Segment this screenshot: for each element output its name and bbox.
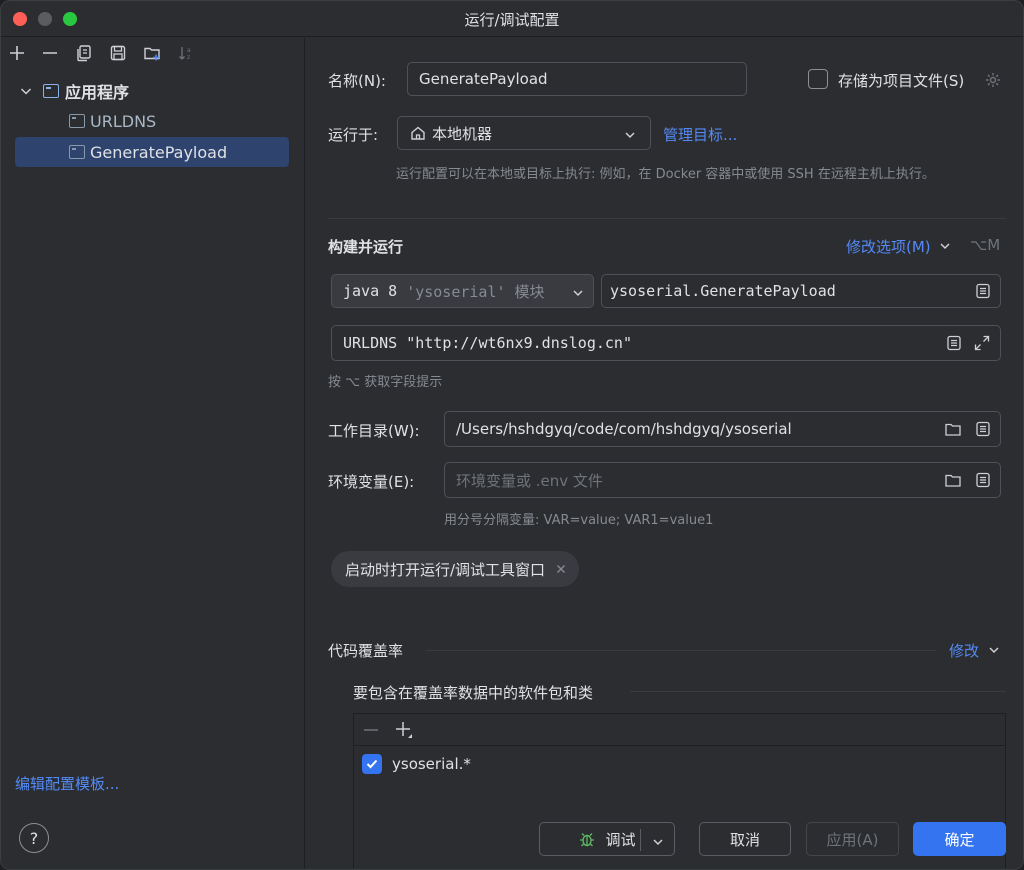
chip-label: 启动时打开运行/调试工具窗口 xyxy=(345,560,546,579)
sort-icon[interactable]: az xyxy=(175,42,197,64)
name-label: 名称(N): xyxy=(328,72,386,90)
gear-icon[interactable] xyxy=(984,71,1002,89)
chevron-down-icon[interactable] xyxy=(19,84,33,98)
svg-text:a: a xyxy=(187,47,191,54)
run-config-icon xyxy=(69,145,85,159)
coverage-item-checkbox[interactable] xyxy=(362,754,382,774)
divider xyxy=(426,650,936,651)
browse-icon[interactable] xyxy=(974,282,992,300)
store-as-file-label: 存储为项目文件(S) xyxy=(838,72,965,90)
browse-icon[interactable] xyxy=(974,420,992,438)
workdir-label: 工作目录(W): xyxy=(328,422,420,440)
coverage-title: 代码覆盖率 xyxy=(328,642,404,660)
close-icon[interactable] xyxy=(555,563,567,575)
program-args-value: URLDNS "http://wt6nx9.dnslog.cn" xyxy=(343,334,632,352)
ok-button[interactable]: 确定 xyxy=(913,822,1006,856)
program-args-field[interactable]: URLDNS "http://wt6nx9.dnslog.cn" xyxy=(331,325,1001,361)
remove-icon[interactable] xyxy=(362,721,380,739)
main-class-field[interactable]: ysoserial.GeneratePayload xyxy=(601,274,1001,308)
name-field[interactable]: GeneratePayload xyxy=(407,62,747,96)
svg-text:z: z xyxy=(187,54,190,61)
store-as-file-checkbox[interactable] xyxy=(808,69,828,89)
jdk-module: 'ysoserial' 模块 xyxy=(406,282,545,301)
chevron-down-icon xyxy=(624,127,636,139)
config-form: 名称(N): GeneratePayload 存储为项目文件(S) 运行于: 本… xyxy=(306,38,1023,869)
home-icon xyxy=(410,125,426,141)
modify-options-shortcut: ⌥M xyxy=(970,236,1001,254)
tree-group-label: 应用程序 xyxy=(65,83,130,102)
env-hint: 用分号分隔变量: VAR=value; VAR1=value1 xyxy=(444,513,714,528)
tree-group-application[interactable]: 应用程序 xyxy=(19,76,299,106)
workdir-field[interactable]: /Users/hshdgyq/code/com/hshdgyq/ysoseria… xyxy=(444,411,1001,447)
manage-targets-link[interactable]: 管理目标... xyxy=(663,124,737,145)
run-on-select[interactable]: 本地机器 xyxy=(397,116,651,150)
application-icon xyxy=(43,84,59,98)
config-sidebar: az 应用程序 URLDNS GeneratePayload 编辑配置模板...… xyxy=(1,38,305,869)
build-run-title: 构建并运行 xyxy=(328,238,404,256)
main-class-value: ysoserial.GeneratePayload xyxy=(610,282,836,300)
tree-item-label: URLDNS xyxy=(90,111,157,131)
tree-item-label: GeneratePayload xyxy=(90,142,228,162)
run-config-icon xyxy=(69,114,85,128)
run-on-value: 本地机器 xyxy=(432,124,493,143)
folder-icon[interactable] xyxy=(944,420,962,438)
title-bar: 运行/调试配置 xyxy=(1,1,1023,37)
coverage-table: ysoserial.* xyxy=(353,713,1006,869)
window-title: 运行/调试配置 xyxy=(464,11,560,29)
cancel-button[interactable]: 取消 xyxy=(699,822,791,856)
help-button[interactable]: ? xyxy=(19,823,49,853)
remove-icon[interactable] xyxy=(39,42,61,64)
coverage-table-toolbar xyxy=(354,714,1005,746)
workdir-value: /Users/hshdgyq/code/com/hshdgyq/ysoseria… xyxy=(456,420,792,438)
jdk-value: java 8 xyxy=(343,282,398,300)
apply-button[interactable]: 应用(A) xyxy=(806,822,899,856)
field-hint: 按 ⌥ 获取字段提示 xyxy=(328,375,443,390)
chevron-down-icon[interactable] xyxy=(652,834,664,846)
browse-icon[interactable] xyxy=(974,471,992,489)
new-folder-icon[interactable] xyxy=(141,42,163,64)
tree-item-generatepayload[interactable]: GeneratePayload xyxy=(15,137,289,167)
add-icon[interactable] xyxy=(6,42,28,64)
coverage-modify-label: 修改 xyxy=(949,642,980,660)
browse-icon[interactable] xyxy=(945,334,963,352)
option-chip[interactable]: 启动时打开运行/调试工具窗口 xyxy=(331,551,580,587)
folder-icon[interactable] xyxy=(944,471,962,489)
coverage-include-label: 要包含在覆盖率数据中的软件包和类 xyxy=(353,684,594,702)
coverage-item-label: ysoserial.* xyxy=(392,755,471,773)
sidebar-toolbar: az xyxy=(1,38,305,70)
expand-icon[interactable] xyxy=(973,334,991,352)
run-on-hint: 运行配置可以在本地或目标上执行: 例如，在 Docker 容器中或使用 SSH … xyxy=(396,167,935,182)
run-on-label: 运行于: xyxy=(328,126,379,144)
modify-options-link[interactable]: 修改选项(M) xyxy=(846,236,951,257)
env-field[interactable]: 环境变量或 .env 文件 xyxy=(444,462,1001,498)
modify-options-label: 修改选项(M) xyxy=(846,238,931,256)
env-placeholder: 环境变量或 .env 文件 xyxy=(456,471,603,490)
run-debug-config-window: 运行/调试配置 az 应用程序 URLDNS GeneratePayload 编… xyxy=(0,0,1024,870)
tree-item-urldns[interactable]: URLDNS xyxy=(69,106,289,136)
jdk-select[interactable]: java 8 'ysoserial' 模块 xyxy=(331,274,594,308)
divider xyxy=(630,691,1006,692)
coverage-modify-link[interactable]: 修改 xyxy=(949,640,1000,661)
save-icon[interactable] xyxy=(107,42,129,64)
divider xyxy=(328,218,1006,219)
chevron-down-icon xyxy=(988,642,1000,654)
chevron-down-icon xyxy=(572,285,584,297)
chevron-down-icon xyxy=(939,238,951,250)
edit-templates-link[interactable]: 编辑配置模板... xyxy=(15,773,119,794)
debug-button[interactable]: 调试 xyxy=(539,822,675,856)
debug-label: 调试 xyxy=(605,830,636,849)
copy-icon[interactable] xyxy=(73,42,95,64)
env-label: 环境变量(E): xyxy=(328,473,415,491)
split-divider xyxy=(640,829,641,851)
add-icon[interactable] xyxy=(394,720,414,740)
bug-icon xyxy=(578,830,596,848)
